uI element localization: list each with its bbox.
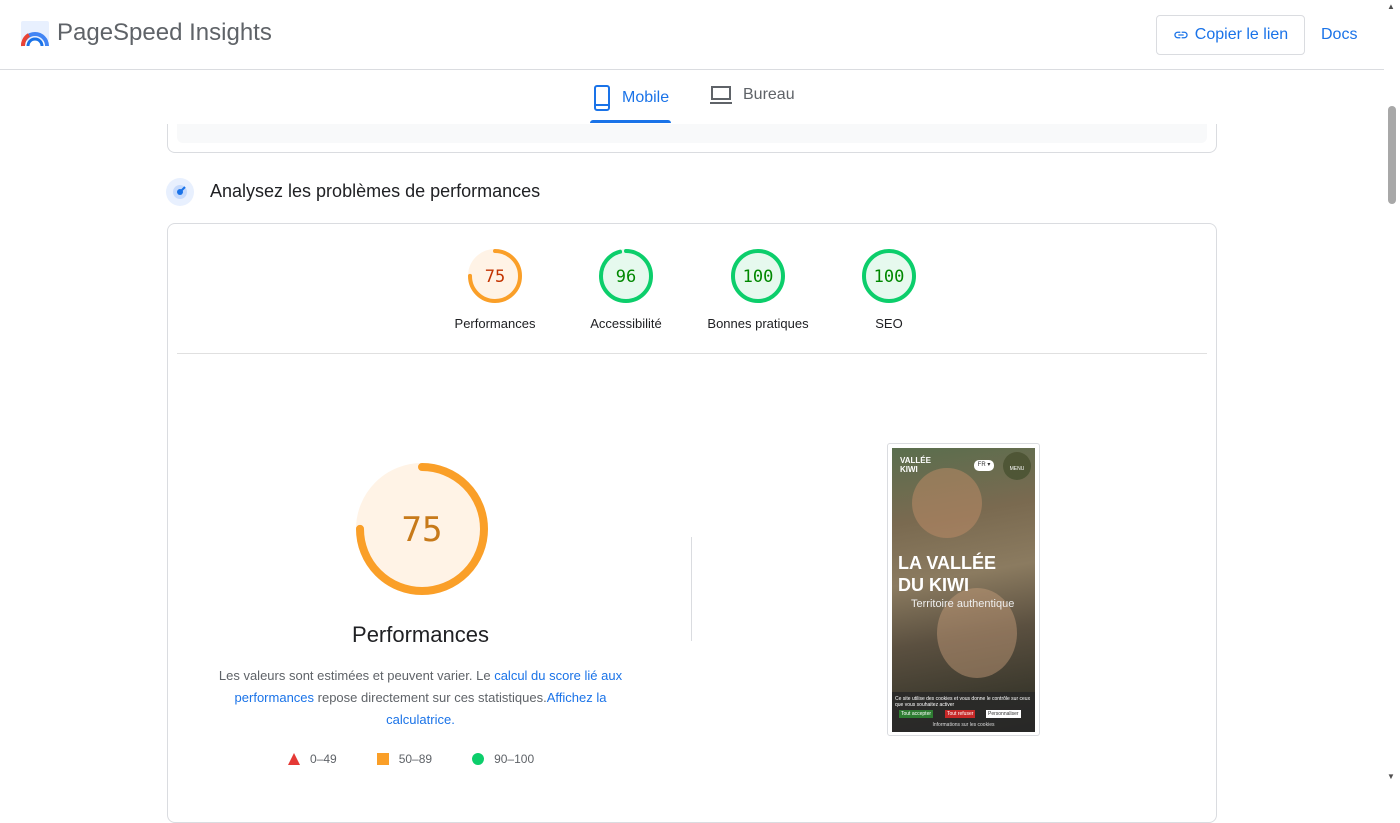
- gauge-label: Bonnes pratiques: [707, 316, 809, 331]
- gauge-ring: 100: [862, 249, 916, 303]
- tab-desktop[interactable]: Bureau: [709, 85, 795, 105]
- gauge-seo[interactable]: 100 SEO: [834, 248, 944, 331]
- score-description: Les valeurs sont estimées et peuvent var…: [218, 665, 623, 731]
- screenshot-cookie-banner: Ce site utilise des cookies et vous donn…: [892, 692, 1035, 732]
- brand-line2: KIWI: [900, 465, 918, 474]
- scores-card: 75 Performances 96 Accessibilité 100 Bon…: [167, 223, 1217, 823]
- copy-link-button[interactable]: Copier le lien: [1156, 15, 1305, 55]
- score-legend: 0–49 50–89 90–100: [288, 752, 534, 766]
- pagespeed-logo[interactable]: [20, 20, 50, 48]
- gauge-score: 75: [485, 267, 505, 287]
- gauge-ring: 100: [731, 249, 785, 303]
- laptop-icon: [710, 86, 732, 104]
- legend-pass: 90–100: [472, 752, 534, 766]
- page-scrollbar[interactable]: ▲ ▼: [1384, 0, 1400, 787]
- square-icon: [376, 753, 389, 765]
- divider: [177, 353, 1207, 354]
- scroll-thumb[interactable]: [1388, 106, 1396, 204]
- tab-desktop-label: Bureau: [743, 86, 795, 103]
- tab-mobile[interactable]: Mobile: [592, 85, 669, 111]
- gauge-score: 100: [743, 267, 774, 287]
- big-gauge-score: 75: [402, 510, 443, 550]
- copy-link-label: Copier le lien: [1194, 26, 1289, 43]
- diagnose-icon: [166, 178, 194, 206]
- smartphone-icon: [594, 85, 610, 111]
- legend-fail: 0–49: [288, 752, 337, 766]
- legend-label: 0–49: [310, 752, 337, 766]
- gauge-label: Accessibilité: [590, 316, 662, 331]
- gauge-label: Performances: [454, 316, 536, 331]
- link-icon: [1174, 31, 1188, 39]
- screenshot-image: VALLÉE KIWI FR ▾ MENU LA VALLÉE DU KIWI …: [892, 448, 1035, 732]
- desc-middle: repose directement sur ces statistiques.: [314, 690, 547, 705]
- screenshot-lang: FR ▾: [974, 460, 994, 471]
- vertical-divider: [691, 537, 692, 641]
- performance-big-gauge: 75: [356, 463, 488, 595]
- performance-title: Performances: [352, 622, 489, 647]
- desc-prefix: Les valeurs sont estimées et peuvent var…: [218, 668, 495, 683]
- device-tabs: Mobile Bureau: [0, 71, 1384, 124]
- legend-label: 90–100: [494, 752, 535, 766]
- top-bar: PageSpeed Insights Copier le lien Docs: [0, 0, 1384, 70]
- gauge-ring: 96: [599, 249, 653, 303]
- circle-icon: [472, 753, 485, 765]
- active-tab-indicator: [590, 120, 671, 123]
- scroll-down-arrow[interactable]: ▼: [1387, 772, 1395, 781]
- cookie-refuse: Tout refuser: [945, 710, 976, 718]
- gauge-score: 96: [616, 267, 636, 287]
- triangle-icon: [288, 753, 300, 765]
- gauge-label: SEO: [875, 316, 903, 331]
- screenshot-headline: LA VALLÉE DU KIWI: [898, 553, 996, 595]
- legend-label: 50–89: [398, 752, 433, 766]
- cookie-customize: Personnaliser: [986, 710, 1021, 718]
- screenshot-brand: VALLÉE KIWI: [900, 456, 931, 474]
- cookie-info: Informations sur les cookies: [932, 722, 995, 728]
- screenshot-subtitle: Territoire authentique: [911, 598, 1015, 610]
- screenshot-figure: [912, 468, 982, 538]
- scroll-up-arrow[interactable]: ▲: [1387, 2, 1395, 11]
- gauge-performance[interactable]: 75 Performances: [440, 248, 550, 331]
- cookie-text: Ce site utilise des cookies et vous donn…: [895, 696, 1031, 708]
- page-screenshot[interactable]: VALLÉE KIWI FR ▾ MENU LA VALLÉE DU KIWI …: [887, 443, 1040, 736]
- legend-average: 50–89: [376, 752, 433, 766]
- category-gauges: 75 Performances 96 Accessibilité 100 Bon…: [168, 248, 1216, 358]
- gauge-score: 100: [874, 267, 905, 287]
- cookie-accept: Tout accepter: [899, 710, 934, 718]
- app-title: PageSpeed Insights: [57, 19, 272, 46]
- screenshot-menu: MENU: [1003, 452, 1031, 480]
- gauge-accessibility[interactable]: 96 Accessibilité: [571, 248, 681, 331]
- section-title: Analysez les problèmes de performances: [210, 181, 541, 201]
- tab-mobile-label: Mobile: [622, 89, 670, 106]
- docs-link[interactable]: Docs: [1321, 26, 1357, 44]
- gauge-best-practices[interactable]: 100 Bonnes pratiques: [703, 248, 813, 331]
- brand-line1: VALLÉE: [900, 456, 931, 465]
- gauge-ring: 75: [468, 249, 522, 303]
